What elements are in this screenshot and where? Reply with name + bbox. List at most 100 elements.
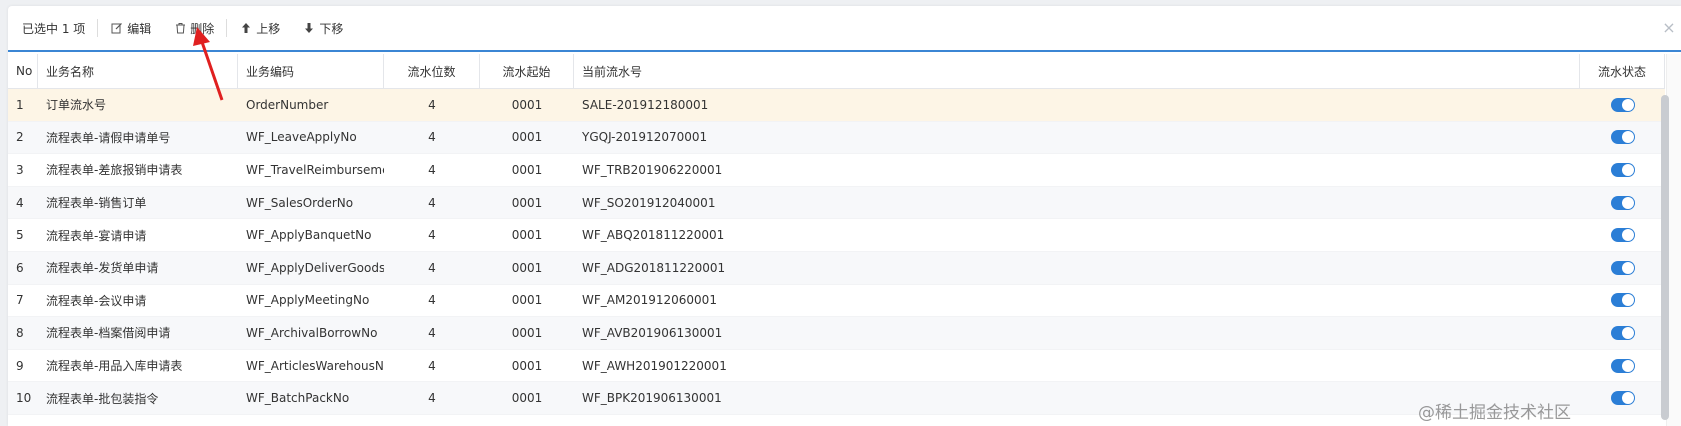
cell-start: 0001 <box>511 358 543 373</box>
table-row[interactable]: 4 流程表单-销售订单 WF_SalesOrderNo 4 0001 WF_SO20191… <box>8 186 1665 220</box>
table-row[interactable]: 6 流程表单-发货单申请 WF_ApplyDeliverGoodsNo 4 0001 WF… <box>8 251 1665 285</box>
table-row[interactable]: 1 订单流水号 OrderNumber 4 0001 SALE-201912180001 <box>8 89 1665 122</box>
cell-length: 4 <box>428 130 436 145</box>
cell-current: WF_ABQ201811220001 <box>582 228 725 243</box>
move-down-label: 下移 <box>319 21 344 36</box>
header-name[interactable]: 业务名称 <box>38 54 238 88</box>
status-toggle[interactable] <box>1610 325 1635 340</box>
edit-button[interactable]: 编辑 <box>110 20 151 37</box>
toolbar-divider <box>97 19 99 37</box>
vertical-scrollbar-thumb[interactable] <box>1661 95 1669 420</box>
cell-status <box>1580 154 1665 186</box>
status-toggle[interactable] <box>1610 391 1635 406</box>
header-start[interactable]: 流水起始 <box>480 54 574 88</box>
cell-start: 0001 <box>511 228 543 243</box>
status-toggle[interactable] <box>1610 293 1635 308</box>
cell-current: YGQJ-201912070001 <box>582 130 708 145</box>
cell-no: 3 <box>16 162 24 177</box>
header-code[interactable]: 业务编码 <box>238 54 384 88</box>
status-toggle[interactable] <box>1610 162 1635 177</box>
cell-start: 0001 <box>511 195 543 210</box>
watermark: @稀土掘金技术社区 <box>1418 403 1571 423</box>
cell-length: 4 <box>428 228 436 243</box>
header-length[interactable]: 流水位数 <box>384 54 480 88</box>
cell-status <box>1580 187 1665 219</box>
cell-status <box>1580 350 1665 382</box>
cell-length: 4 <box>428 325 436 340</box>
edit-label: 编辑 <box>127 21 152 36</box>
cell-length: 4 <box>428 195 436 210</box>
cell-length: 4 <box>428 162 436 177</box>
cell-no: 2 <box>16 130 24 145</box>
table-row[interactable]: 5 流程表单-宴请申请 WF_ApplyBanquetNo 4 0001 WF_ABQ20… <box>8 219 1665 252</box>
table-row[interactable]: 10 流程表单-批包装指令 WF_BatchPackNo 4 0001 WF_BPK201… <box>8 382 1665 415</box>
cell-code: WF_ApplyMeetingNo <box>246 293 370 308</box>
cell-start: 0001 <box>511 97 543 112</box>
move-up-label: 上移 <box>256 21 281 36</box>
cell-start: 0001 <box>511 260 543 275</box>
cell-no: 5 <box>16 228 24 243</box>
table-body: 1 订单流水号 OrderNumber 4 0001 SALE-201912180001 2… <box>8 89 1665 415</box>
header-status[interactable]: 流水状态 <box>1580 54 1665 88</box>
cell-name: 流程表单-用品入库申请表 <box>46 359 183 374</box>
cell-name: 流程表单-档案借阅申请 <box>46 326 171 341</box>
cell-current: WF_ADG201811220001 <box>582 260 726 275</box>
status-toggle[interactable] <box>1610 358 1635 373</box>
status-toggle[interactable] <box>1610 195 1635 210</box>
cell-code: WF_TravelReimbursement <box>246 162 384 177</box>
cell-name: 流程表单-发货单申请 <box>46 261 159 276</box>
table-row[interactable]: 7 流程表单-会议申请 WF_ApplyMeetingNo 4 0001 WF_AM201… <box>8 285 1665 318</box>
delete-label: 删除 <box>190 21 215 36</box>
cell-length: 4 <box>428 260 436 275</box>
status-toggle[interactable] <box>1610 260 1635 275</box>
close-icon[interactable]: × <box>1661 20 1677 36</box>
move-down-button[interactable]: 下移 <box>302 20 343 37</box>
table-header: No 业务名称 业务编码 流水位数 流水起始 当前流水号 流水状态 <box>8 54 1665 89</box>
selected-count-text: 已选中 1 项 <box>22 21 86 36</box>
cell-code: WF_LeaveApplyNo <box>246 130 357 145</box>
cell-start: 0001 <box>511 162 543 177</box>
cell-no: 10 <box>16 391 32 406</box>
cell-start: 0001 <box>511 391 543 406</box>
dialog-panel: 已选中 1 项 编辑 删除 上移 下移 × No 业务名称 业务编码 流水位数 … <box>8 6 1681 426</box>
trash-icon <box>173 21 187 35</box>
cell-code: WF_SalesOrderNo <box>246 195 354 210</box>
table-row[interactable]: 2 流程表单-请假申请单号 WF_LeaveApplyNo 4 0001 YGQJ-201… <box>8 121 1665 155</box>
table-row[interactable]: 8 流程表单-档案借阅申请 WF_ArchivalBorrowNo 4 0001 WF_A… <box>8 317 1665 350</box>
cell-name: 流程表单-请假申请单号 <box>46 130 171 145</box>
cell-length: 4 <box>428 97 436 112</box>
cell-no: 8 <box>16 325 24 340</box>
cell-name: 流程表单-批包装指令 <box>46 391 159 406</box>
header-current[interactable]: 当前流水号 <box>574 54 1580 88</box>
table-row[interactable]: 9 流程表单-用品入库申请表 WF_ArticlesWarehousNo 4 0001 W… <box>8 350 1665 383</box>
cell-current: WF_AM201912060001 <box>582 293 717 308</box>
cell-code: OrderNumber <box>246 97 329 112</box>
status-toggle[interactable] <box>1610 97 1635 112</box>
cell-status <box>1580 317 1665 349</box>
arrow-down-icon <box>302 21 316 35</box>
header-no[interactable]: No <box>8 54 38 88</box>
cell-current: WF_AWH201901220001 <box>582 358 727 373</box>
cell-status <box>1580 89 1665 121</box>
table-row[interactable]: 3 流程表单-差旅报销申请表 WF_TravelReimbursement 4 0001… <box>8 154 1665 187</box>
cell-code: WF_ArticlesWarehousNo <box>246 358 384 373</box>
cell-code: WF_ApplyBanquetNo <box>246 228 372 243</box>
edit-icon <box>110 21 124 35</box>
arrow-up-icon <box>239 21 253 35</box>
cell-name: 订单流水号 <box>46 98 107 113</box>
cell-code: WF_BatchPackNo <box>246 391 350 406</box>
cell-no: 7 <box>16 293 24 308</box>
cell-current: WF_SO201912040001 <box>582 195 716 210</box>
delete-button[interactable]: 删除 <box>173 20 214 37</box>
cell-status <box>1580 252 1665 284</box>
status-toggle[interactable] <box>1610 228 1635 243</box>
move-up-button[interactable]: 上移 <box>239 20 280 37</box>
cell-status <box>1580 285 1665 317</box>
cell-status <box>1580 122 1665 154</box>
cell-current: WF_AVB201906130001 <box>582 325 723 340</box>
status-toggle[interactable] <box>1610 130 1635 145</box>
cell-current: SALE-201912180001 <box>582 97 709 112</box>
cell-status <box>1580 219 1665 251</box>
cell-length: 4 <box>428 358 436 373</box>
cell-start: 0001 <box>511 293 543 308</box>
